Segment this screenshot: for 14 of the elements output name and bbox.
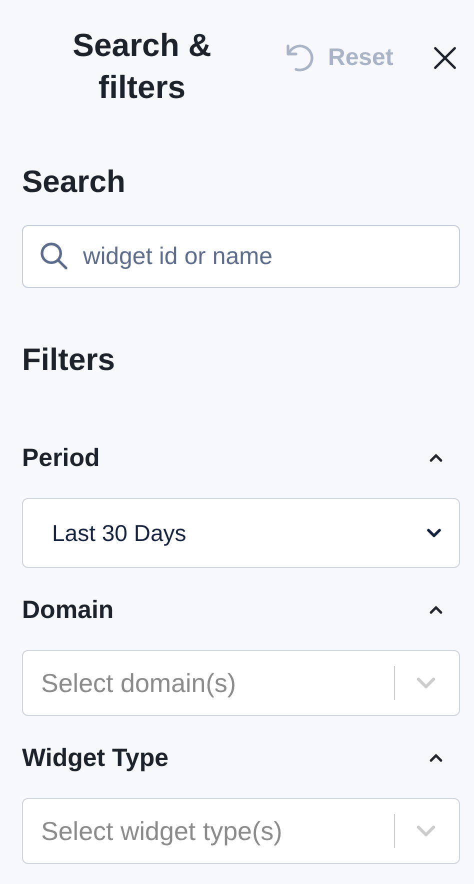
multi-select[interactable]: Select widget type(s): [22, 798, 460, 864]
filter-label: Period: [22, 444, 100, 472]
undo-icon: [284, 42, 316, 74]
search-icon: [38, 240, 70, 272]
multi-select[interactable]: Select domain(s): [22, 650, 460, 716]
search-field[interactable]: widget id or name: [22, 225, 460, 288]
filters-heading: Filters: [22, 341, 116, 379]
filter-label: Domain: [22, 596, 114, 624]
panel-title: Search & filters: [72, 26, 212, 107]
filter-label: Widget Type: [22, 744, 169, 772]
search-heading: Search: [22, 163, 126, 201]
period-select[interactable]: Last 30 Days: [22, 498, 460, 568]
close-button[interactable]: [432, 45, 458, 71]
reset-button[interactable]: Reset: [284, 42, 394, 74]
